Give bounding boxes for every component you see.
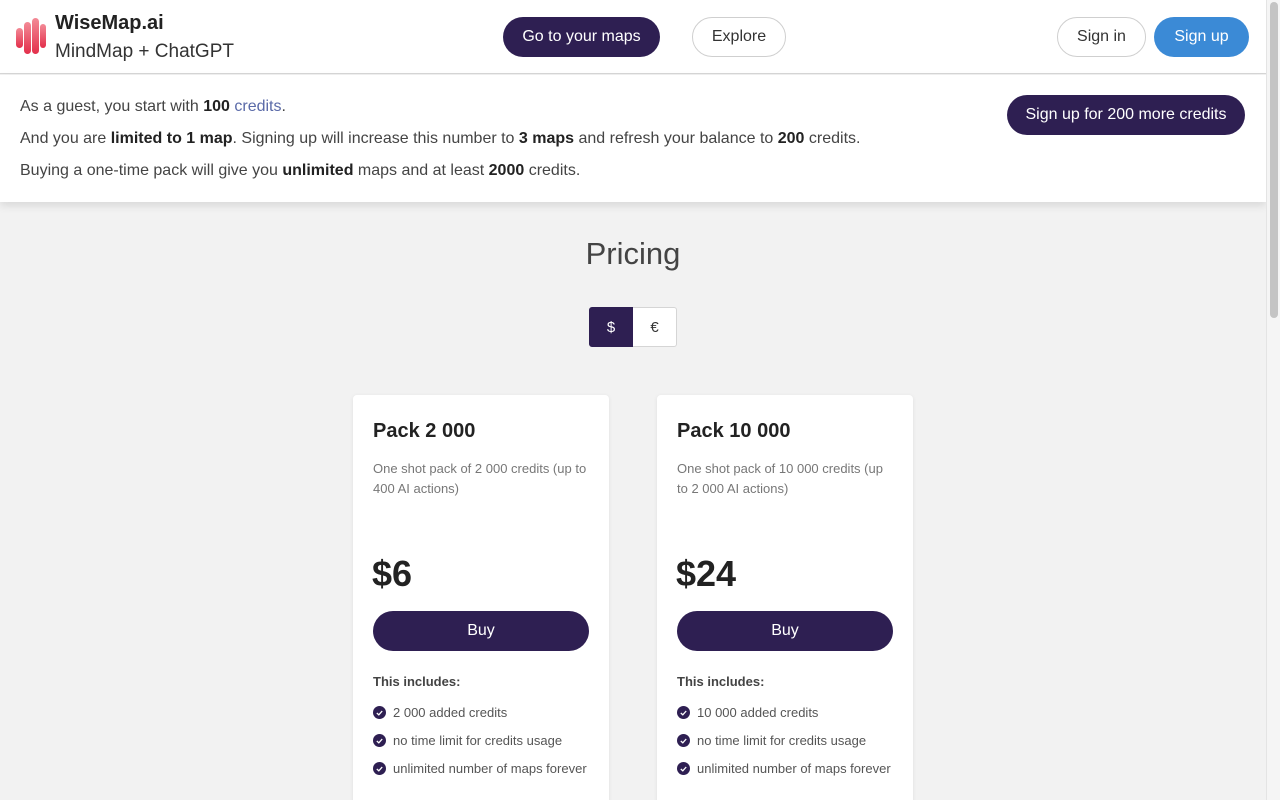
- brand-tagline: MindMap + ChatGPT: [55, 41, 234, 62]
- currency-toggle: $ €: [589, 307, 677, 347]
- feature-list: 10 000 added credits no time limit for c…: [677, 702, 893, 786]
- card-title: Pack 10 000: [677, 420, 791, 442]
- includes-label: This includes:: [677, 674, 765, 689]
- card-price: $6: [372, 553, 413, 594]
- check-circle-icon: [373, 706, 386, 719]
- map-limit: limited to 1 map: [110, 130, 233, 147]
- feature-text: no time limit for credits usage: [697, 733, 867, 748]
- feature-item: no time limit for credits usage: [677, 730, 893, 751]
- credits-link[interactable]: credits: [234, 98, 281, 115]
- check-circle-icon: [677, 762, 690, 775]
- banner-text: .: [281, 98, 286, 115]
- pricing-title: Pricing: [585, 236, 681, 271]
- explore-button[interactable]: Explore: [692, 17, 786, 57]
- banner-line-limit: And you are limited to 1 map. Signing up…: [20, 130, 860, 148]
- feature-text: unlimited number of maps forever: [697, 761, 891, 776]
- check-circle-icon: [373, 734, 386, 747]
- feature-item: unlimited number of maps forever: [677, 758, 893, 779]
- card-price: $24: [676, 553, 737, 594]
- guest-info-banner: As a guest, you start with 100 credits . …: [0, 75, 1266, 202]
- buy-button[interactable]: Buy: [677, 611, 893, 651]
- banner-text: . Signing up will increase this number t…: [232, 130, 519, 147]
- check-circle-icon: [677, 734, 690, 747]
- banner-text: As a guest, you start with: [20, 98, 204, 115]
- signup-map-limit: 3 maps: [518, 130, 575, 147]
- banner-line-pack: Buying a one-time pack will give you unl…: [20, 162, 580, 180]
- feature-list: 2 000 added credits no time limit for cr…: [373, 702, 589, 786]
- wisemap-logo-icon[interactable]: [16, 18, 46, 56]
- banner-text: credits.: [804, 130, 861, 147]
- includes-label: This includes:: [373, 674, 461, 689]
- banner-text: maps and at least: [353, 162, 489, 179]
- feature-text: 2 000 added credits: [393, 705, 508, 720]
- currency-eur-button[interactable]: €: [633, 307, 677, 347]
- card-title: Pack 2 000: [373, 420, 476, 442]
- signup-credit-count: 200: [777, 130, 805, 147]
- credit-count: 100: [203, 98, 230, 115]
- banner-text: Buying a one-time pack will give you: [20, 162, 283, 179]
- check-circle-icon: [677, 706, 690, 719]
- feature-text: no time limit for credits usage: [393, 733, 563, 748]
- brand-name[interactable]: WiseMap.ai: [55, 12, 164, 35]
- feature-item: 2 000 added credits: [373, 702, 589, 723]
- scrollbar-thumb[interactable]: [1270, 2, 1278, 318]
- card-description: One shot pack of 2 000 credits (up to 40…: [373, 461, 587, 496]
- currency-usd-button[interactable]: $: [589, 307, 633, 347]
- feature-text: unlimited number of maps forever: [393, 761, 587, 776]
- feature-item: no time limit for credits usage: [373, 730, 589, 751]
- feature-item: unlimited number of maps forever: [373, 758, 589, 779]
- banner-text: And you are: [20, 130, 111, 147]
- pack-map-limit: unlimited: [282, 162, 354, 179]
- sign-in-button[interactable]: Sign in: [1057, 17, 1146, 57]
- feature-item: 10 000 added credits: [677, 702, 893, 723]
- signup-more-credits-button[interactable]: Sign up for 200 more credits: [1007, 95, 1245, 135]
- pricing-card-pack-10000: Pack 10 000 One shot pack of 10 000 cred…: [657, 395, 913, 800]
- sign-up-button[interactable]: Sign up: [1154, 17, 1249, 57]
- banner-text: credits.: [524, 162, 581, 179]
- top-header: WiseMap.ai MindMap + ChatGPT Go to your …: [0, 0, 1266, 74]
- pack-credit-count: 2000: [488, 162, 525, 179]
- card-description: One shot pack of 10 000 credits (up to 2…: [677, 461, 883, 496]
- feature-text: 10 000 added credits: [697, 705, 819, 720]
- pricing-card-pack-2000: Pack 2 000 One shot pack of 2 000 credit…: [353, 395, 609, 800]
- check-circle-icon: [373, 762, 386, 775]
- go-to-maps-button[interactable]: Go to your maps: [503, 17, 660, 57]
- buy-button[interactable]: Buy: [373, 611, 589, 651]
- banner-text: and refresh your balance to: [574, 130, 778, 147]
- banner-line-credits: As a guest, you start with 100 credits.: [20, 98, 286, 116]
- page-scrollbar[interactable]: [1266, 0, 1280, 800]
